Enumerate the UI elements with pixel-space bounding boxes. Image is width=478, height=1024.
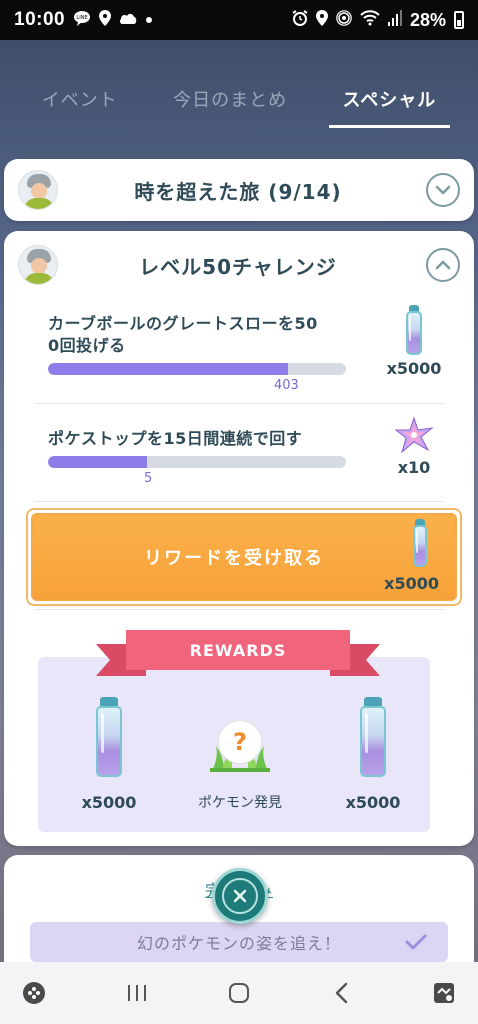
status-right: 28% (292, 9, 464, 31)
close-icon (222, 878, 258, 914)
pending-research-label: 幻のポケモンの姿を追え！ (136, 934, 341, 953)
tab-special[interactable]: スペシャル (328, 72, 451, 128)
divider (34, 403, 444, 404)
reward-count: x5000 (386, 359, 442, 378)
reward-label: x5000 (345, 793, 401, 812)
stardust-potion-icon (360, 697, 386, 777)
question-mark-icon: ? (218, 720, 262, 764)
star-piece-icon (394, 416, 434, 458)
alarm-icon (292, 9, 308, 31)
task-row: ポケストップを15日間連続で回す 5 x10 (4, 416, 474, 498)
reward-label: ポケモン発見 (198, 795, 282, 811)
claim-reward-button[interactable]: リワードを受け取る x5000 (31, 513, 457, 601)
chevron-up-icon[interactable] (426, 248, 460, 282)
progress-value: 403 (274, 378, 299, 393)
research-card-collapsed[interactable]: 時を超えた旅 (9/14) (4, 159, 474, 221)
game-launcher-icon[interactable] (14, 973, 54, 1013)
card-header: 時を超えた旅 (9/14) (4, 159, 474, 221)
dot-icon (145, 11, 153, 29)
stardust-potion-icon (406, 305, 422, 355)
location-icon (99, 9, 112, 31)
chevron-down-icon[interactable] (426, 173, 460, 207)
stardust-potion-icon (413, 519, 427, 567)
progress-fill (48, 363, 289, 375)
reward-label: x5000 (81, 793, 137, 812)
claim-reward-frame: リワードを受け取る x5000 (26, 508, 462, 606)
reward-item: ? ポケモン発見 (188, 716, 292, 812)
line-icon: LINE (73, 10, 91, 31)
hotspot-icon (336, 9, 352, 31)
system-nav-bar (0, 962, 478, 1024)
tab-events[interactable]: イベント (28, 72, 132, 128)
tab-today-summary[interactable]: 今日のまとめ (159, 72, 301, 128)
screen-capture-icon[interactable] (424, 973, 464, 1013)
check-icon (404, 930, 428, 958)
task-row: カーブボールのグレートスローを50 0回投げる 403 x5000 (4, 305, 474, 393)
reward-count: x10 (397, 458, 431, 477)
task-text: カーブボールのグレートスローを50 0回投げる (48, 313, 430, 357)
stardust-potion-icon (96, 697, 122, 777)
home-icon[interactable] (219, 973, 259, 1013)
tab-bar: イベント 今日のまとめ スペシャル (0, 72, 478, 128)
rewards-ribbon: REWARDS (96, 630, 380, 680)
task-text-line: カーブボールのグレートスローを50 (48, 314, 318, 333)
wifi-icon (360, 9, 380, 31)
progress-bar (48, 363, 346, 375)
claim-reward-count: x5000 (384, 574, 439, 593)
claim-reward-label: リワードを受け取る (144, 548, 324, 569)
card-title: 時を超えた旅 (9/14) (134, 179, 342, 204)
card-header: レベル50チャレンジ (4, 231, 474, 299)
pending-research-bar[interactable]: 幻のポケモンの姿を追え！ (30, 922, 448, 962)
task-text-line: 0回投げる (48, 336, 126, 355)
card-title: レベル50チャレンジ (139, 254, 337, 279)
signal-icon (387, 9, 402, 31)
svg-text:LINE: LINE (77, 15, 88, 21)
battery-percent: 28% (409, 9, 446, 30)
task-reward: x5000 (384, 305, 444, 378)
divider (34, 501, 444, 502)
status-left: 10:00 LINE (14, 9, 153, 31)
mystery-encounter-icon: ? (210, 716, 270, 776)
close-button[interactable] (212, 868, 268, 924)
back-icon[interactable] (322, 973, 362, 1013)
professor-avatar (18, 170, 58, 210)
rewards-banner-label: REWARDS (126, 630, 350, 670)
progress-bar (48, 456, 346, 468)
location-icon (315, 9, 328, 31)
professor-avatar (18, 245, 58, 285)
task-reward: x10 (384, 416, 444, 477)
battery-icon (454, 11, 464, 29)
progress-fill (48, 456, 148, 468)
status-bar: 10:00 LINE 28% (0, 0, 478, 40)
divider (34, 609, 444, 610)
progress-value: 5 (144, 471, 153, 486)
reward-item: x5000 (340, 697, 406, 812)
recents-icon[interactable] (117, 973, 157, 1013)
status-time: 10:00 (14, 9, 66, 30)
task-text: ポケストップを15日間連続で回す (48, 429, 303, 448)
reward-item: x5000 (76, 697, 142, 812)
cloud-icon (119, 11, 137, 29)
